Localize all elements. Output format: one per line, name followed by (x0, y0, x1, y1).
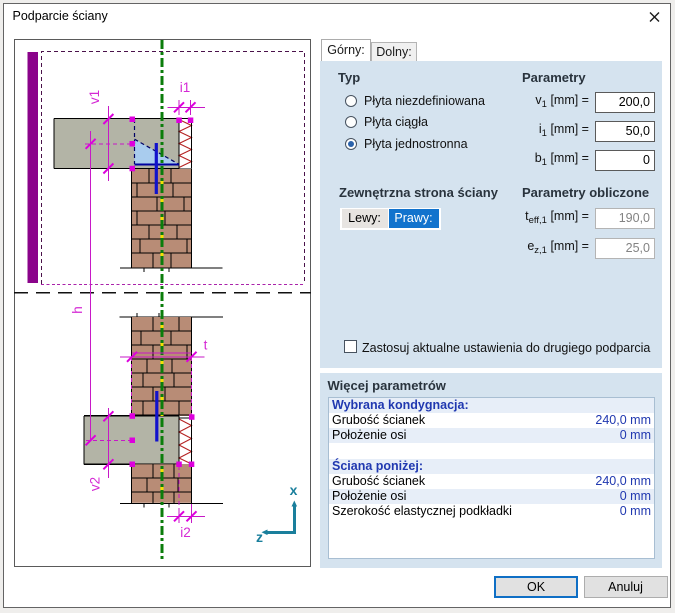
svg-text:h: h (70, 306, 85, 314)
svg-text:i2: i2 (180, 525, 191, 540)
svg-text:i1: i1 (180, 80, 191, 95)
svg-text:t: t (204, 338, 208, 353)
svg-text:x: x (290, 482, 298, 498)
svg-text:v2: v2 (88, 477, 103, 491)
svg-text:z: z (256, 529, 263, 545)
svg-text:v1: v1 (87, 90, 102, 104)
